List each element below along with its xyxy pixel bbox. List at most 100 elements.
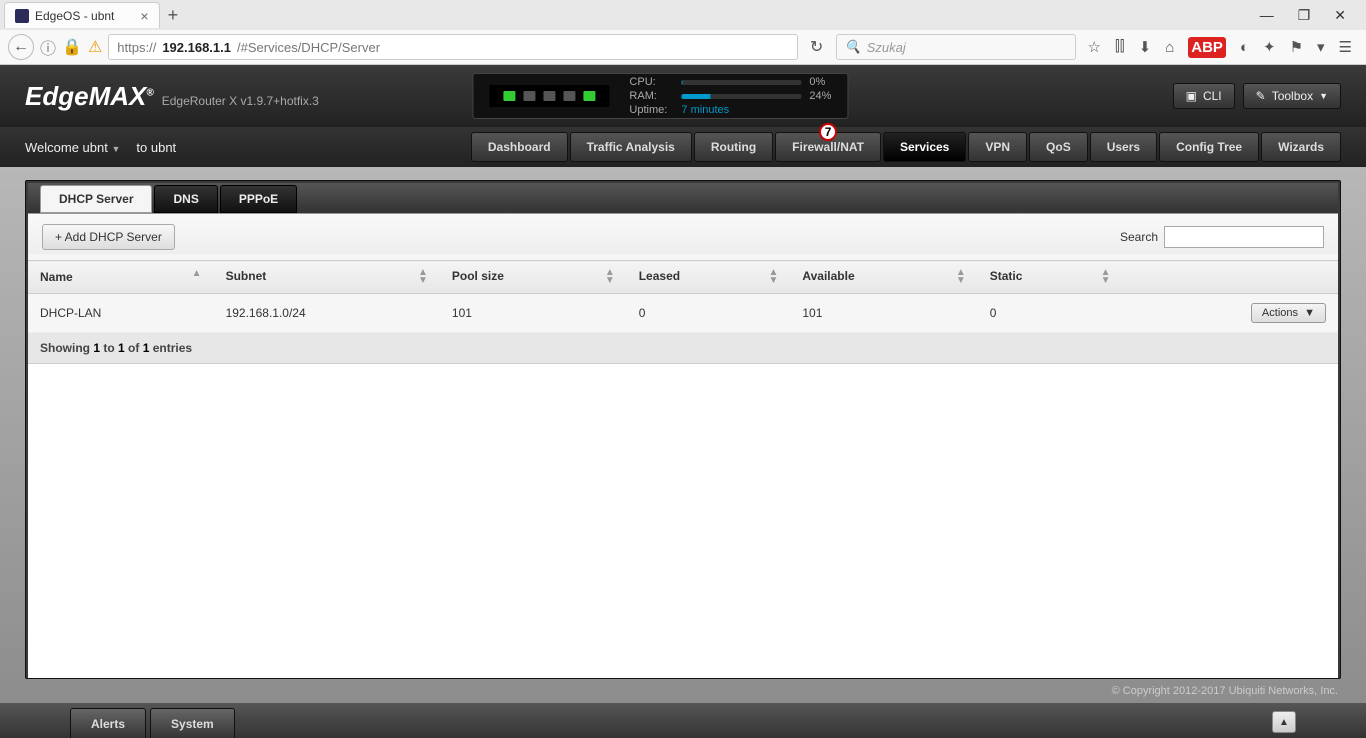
- nav-routing[interactable]: Routing: [694, 132, 773, 162]
- search-input[interactable]: [1164, 226, 1324, 248]
- home-icon[interactable]: ⌂: [1165, 39, 1174, 56]
- nav-users[interactable]: Users: [1090, 132, 1157, 162]
- identity-icon[interactable]: ⓘ: [40, 35, 56, 59]
- downloads-icon[interactable]: ⬇: [1139, 38, 1152, 56]
- chevron-down-icon[interactable]: ▼: [111, 144, 120, 154]
- welcome-area: Welcome ubnt ▼ to ubnt: [25, 140, 176, 155]
- ext1-icon[interactable]: ◐: [1240, 39, 1249, 56]
- blank-area: [28, 364, 1338, 678]
- add-dhcp-server-button[interactable]: + Add DHCP Server: [42, 224, 175, 250]
- cli-label: CLI: [1203, 89, 1222, 103]
- cli-button[interactable]: ▣ CLI: [1173, 83, 1235, 109]
- nav-dashboard[interactable]: Dashboard: [471, 132, 568, 162]
- ram-value: 24%: [809, 90, 831, 102]
- to-text: to ubnt: [136, 140, 176, 155]
- actions-button[interactable]: Actions ▼: [1251, 303, 1326, 323]
- table-info: Showing 1 to 1 of 1 entries: [28, 333, 1338, 364]
- new-tab-button[interactable]: +: [168, 5, 179, 26]
- menu-icon[interactable]: ☰: [1339, 38, 1352, 56]
- library-icon[interactable]: ⫿⫿: [1115, 38, 1125, 56]
- browser-tab[interactable]: EdgeOS - ubnt ×: [4, 2, 160, 28]
- top-right-buttons: ▣ CLI ✎ Toolbox ▼: [1173, 83, 1341, 109]
- ram-label: RAM:: [629, 90, 673, 102]
- nav-services[interactable]: Services: [883, 132, 966, 162]
- nav-badge: 7: [819, 123, 837, 141]
- copyright: © Copyright 2012-2017 Ubiquiti Networks,…: [1112, 685, 1338, 697]
- url-box[interactable]: https:// 192.168.1.1 /#Services/DHCP/Serve…: [108, 34, 797, 60]
- chevron-down-icon: ▼: [1319, 91, 1328, 101]
- window-controls: — ❐ ✕: [1254, 5, 1362, 26]
- browser-chrome: EdgeOS - ubnt × + — ❐ ✕ ← ⓘ 🔒 ⚠ https://…: [0, 0, 1366, 65]
- warning-icon: ⚠: [88, 37, 102, 57]
- close-window-icon[interactable]: ✕: [1328, 5, 1352, 26]
- toolbox-button[interactable]: ✎ Toolbox ▼: [1243, 83, 1341, 109]
- ext2-icon[interactable]: ✦: [1263, 38, 1276, 56]
- toolbox-label: Toolbox: [1272, 89, 1313, 103]
- tab-title: EdgeOS - ubnt: [35, 9, 114, 23]
- close-tab-icon[interactable]: ×: [140, 8, 148, 24]
- adblock-icon[interactable]: ABP: [1188, 37, 1226, 58]
- nav-wizards[interactable]: Wizards: [1261, 132, 1341, 162]
- nav-qos[interactable]: QoS: [1029, 132, 1088, 162]
- cpu-label: CPU:: [629, 76, 673, 88]
- subtab-pppoe[interactable]: PPPoE: [220, 185, 297, 213]
- url-scheme: https://: [117, 40, 156, 55]
- col-pool-size[interactable]: Pool size▲▼: [440, 261, 627, 294]
- back-button[interactable]: ←: [8, 34, 34, 60]
- search-placeholder: Szukaj: [867, 40, 906, 55]
- favicon-icon: [15, 9, 29, 23]
- table-row: DHCP-LAN192.168.1.0/2410101010Actions ▼: [28, 294, 1338, 333]
- cell-leased: 0: [627, 294, 791, 333]
- nav-vpn[interactable]: VPN: [968, 132, 1027, 162]
- url-host: 192.168.1.1: [162, 40, 231, 55]
- system-tab[interactable]: System: [150, 708, 235, 738]
- stats: CPU: 0% RAM: 24% Uptime: 7 minutes: [629, 76, 831, 116]
- nav-traffic-analysis[interactable]: Traffic Analysis: [570, 132, 692, 162]
- terminal-icon: ▣: [1186, 89, 1197, 103]
- address-bar: ← ⓘ 🔒 ⚠ https://192.168.1.1/#Services/DH…: [0, 30, 1366, 64]
- cell-available: 101: [790, 294, 977, 333]
- nav-firewall-nat[interactable]: Firewall/NAT7: [775, 132, 881, 162]
- ram-bar: [681, 94, 801, 99]
- panel-toolbar: + Add DHCP Server Search: [28, 214, 1338, 260]
- main-nav: DashboardTraffic AnalysisRoutingFirewall…: [471, 132, 1341, 162]
- logo-text: EdgeMAX®: [25, 81, 154, 112]
- col-leased[interactable]: Leased▲▼: [627, 261, 791, 294]
- col-subnet[interactable]: Subnet▲▼: [214, 261, 440, 294]
- ext3-icon[interactable]: ⚑: [1290, 38, 1303, 56]
- dhcp-panel: + Add DHCP Server Search Name▲Subnet▲▼Po…: [28, 213, 1338, 678]
- browser-search-box[interactable]: 🔍 Szukaj: [836, 34, 1076, 60]
- collapse-button[interactable]: ▲: [1272, 711, 1296, 733]
- model-label: EdgeRouter X v1.9.7+hotfix.3: [162, 94, 319, 108]
- cell-name: DHCP-LAN: [28, 294, 214, 333]
- cpu-bar: [681, 80, 801, 85]
- cpu-value: 0%: [809, 76, 825, 88]
- cell-actions: Actions ▼: [1123, 294, 1338, 333]
- subtab-dhcp-server[interactable]: DHCP Server: [40, 185, 152, 213]
- bookmark-icon[interactable]: ☆: [1088, 38, 1101, 56]
- col-actions: [1123, 261, 1338, 294]
- minimize-icon[interactable]: —: [1254, 5, 1280, 26]
- nav-config-tree[interactable]: Config Tree: [1159, 132, 1259, 162]
- alerts-tab[interactable]: Alerts: [70, 708, 146, 738]
- col-name[interactable]: Name▲: [28, 261, 214, 294]
- wrench-icon: ✎: [1256, 89, 1266, 103]
- port-status: [489, 85, 609, 107]
- uptime-value: 7 minutes: [681, 104, 729, 116]
- logo-area: EdgeMAX® EdgeRouter X v1.9.7+hotfix.3: [25, 81, 319, 112]
- maximize-icon[interactable]: ❐: [1292, 5, 1317, 26]
- url-path: /#Services/DHCP/Server: [237, 40, 380, 55]
- overflow-icon[interactable]: ▾: [1317, 38, 1325, 56]
- sub-tabs: DHCP ServerDNSPPPoE: [28, 183, 1338, 213]
- subtab-dns[interactable]: DNS: [154, 185, 217, 213]
- col-static[interactable]: Static▲▼: [978, 261, 1123, 294]
- dhcp-table: Name▲Subnet▲▼Pool size▲▼Leased▲▼Availabl…: [28, 260, 1338, 333]
- welcome-text: Welcome ubnt: [25, 140, 108, 155]
- reload-icon[interactable]: ↻: [804, 37, 830, 57]
- col-available[interactable]: Available▲▼: [790, 261, 977, 294]
- cell-pool: 101: [440, 294, 627, 333]
- port-5-icon: [583, 91, 595, 101]
- app: EdgeMAX® EdgeRouter X v1.9.7+hotfix.3 CP…: [0, 65, 1366, 738]
- port-4-icon: [563, 91, 575, 101]
- cell-static: 0: [978, 294, 1123, 333]
